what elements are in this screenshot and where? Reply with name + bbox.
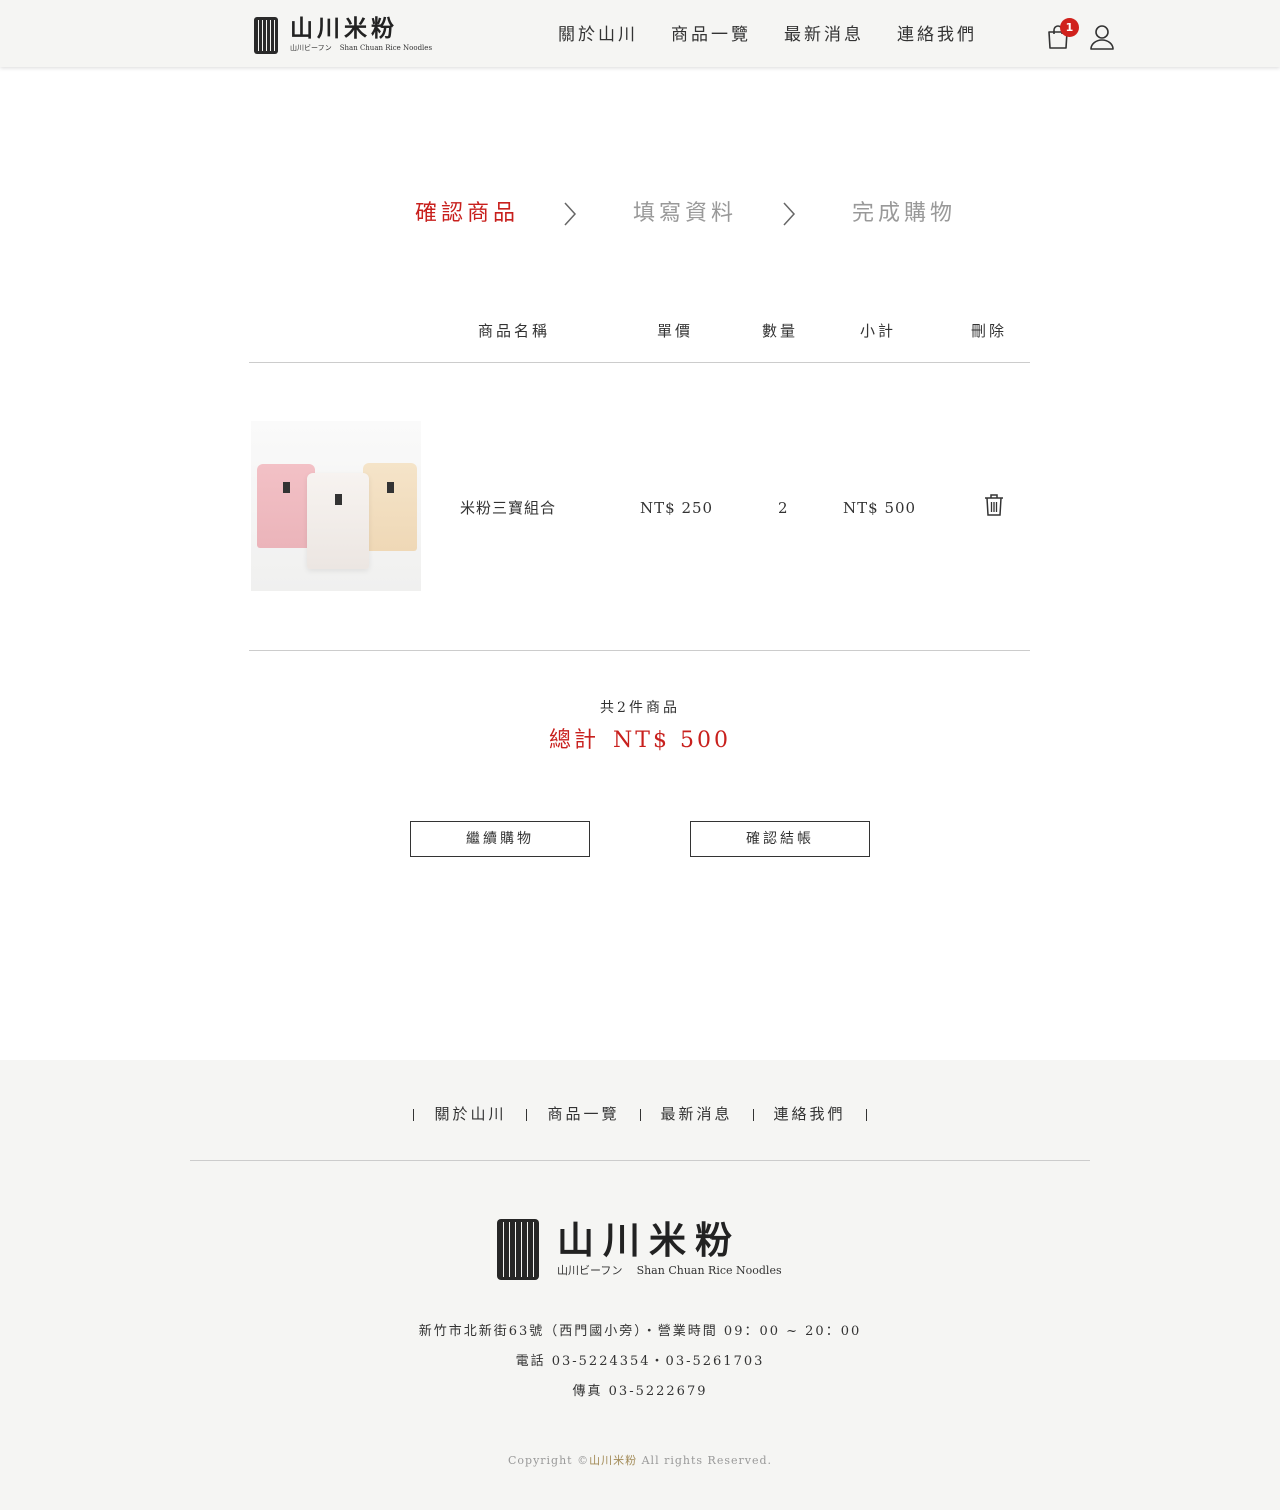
logo-subtitle-en: Shan Chuan Rice Noodles (339, 44, 433, 52)
item-count: 共2件商品 (600, 700, 680, 716)
copyright: Copyright ©山川米粉 All rights Reserved. (0, 1452, 1280, 1468)
footer-logo-subtitle-jp: 山川ビーフン (557, 1264, 623, 1277)
col-quantity: 數量 (762, 322, 799, 340)
trash-icon[interactable] (984, 493, 1004, 517)
step-fill-info: 填寫資料 (633, 201, 738, 226)
continue-shopping-button[interactable]: 繼續購物 (410, 821, 590, 857)
footer-nav-about[interactable]: 關於山川 (434, 1105, 506, 1123)
footer-logo-subtitle-en: Shan Chuan Rice Noodles (636, 1264, 782, 1277)
chevron-right-icon (564, 202, 577, 226)
footer-nav-news[interactable]: 最新消息 (661, 1105, 733, 1123)
step-confirm-items: 確認商品 (415, 201, 520, 226)
user-icon[interactable] (1089, 24, 1115, 50)
logo-mark-icon (497, 1218, 539, 1280)
copyright-brand: 山川米粉 (589, 1454, 638, 1467)
table-divider (249, 362, 1030, 363)
subtotal-value: NT$ 500 (843, 499, 917, 517)
step-complete: 完成購物 (852, 201, 957, 226)
footer-logo[interactable]: 山川米粉 山川ビーフン Shan Chuan Rice Noodles (497, 1218, 796, 1280)
nav-news[interactable]: 最新消息 (784, 24, 864, 46)
confirm-checkout-button[interactable]: 確認結帳 (690, 821, 870, 857)
nav-products[interactable]: 商品一覽 (671, 24, 751, 46)
site-footer: 關於山川 商品一覽 最新消息 連絡我們 山川米粉 山川ビーフン Shan Chuan R… (0, 1060, 1280, 1510)
checkout-steps: 確認商品 填寫資料 完成購物 (0, 196, 1280, 236)
footer-nav-products[interactable]: 商品一覽 (547, 1105, 619, 1123)
nav-about[interactable]: 關於山川 (558, 24, 638, 46)
footer-nav-contact[interactable]: 連絡我們 (774, 1105, 846, 1123)
col-unit-price: 單價 (657, 322, 694, 340)
quantity-value[interactable]: 2 (778, 497, 789, 519)
footer-nav: 關於山川 商品一覽 最新消息 連絡我們 (0, 1103, 1280, 1124)
col-subtotal: 小計 (860, 322, 897, 340)
footer-divider (190, 1160, 1090, 1161)
table-divider (249, 650, 1030, 651)
footer-address: 新竹市北新街63號（西門國小旁）・營業時間 09：00 ~ 20：00 (418, 1324, 862, 1339)
logo-title: 山川米粉 (290, 15, 398, 42)
copyright-suffix: All rights Reserved. (637, 1454, 773, 1467)
white-bag-icon (307, 473, 369, 569)
site-logo[interactable]: 山川米粉 山川ビーフン Shan Chuan Rice Noodles (254, 16, 440, 54)
footer-logo-title: 山川米粉 (557, 1218, 741, 1262)
chevron-right-icon (783, 202, 796, 226)
footer-phone: 電話 03-5224354・03-5261703 (515, 1354, 765, 1369)
product-name[interactable]: 米粉三寶組合 (460, 497, 556, 519)
total-label: 總計 (549, 728, 600, 753)
product-image[interactable] (251, 421, 421, 591)
logo-mark-icon (254, 16, 278, 54)
copyright-prefix: Copyright © (507, 1454, 590, 1467)
cart-table-header: 商品名稱 單價 數量 小計 刪除 (250, 320, 1030, 344)
site-header: 山川米粉 山川ビーフン Shan Chuan Rice Noodles 關於山川 … (0, 0, 1280, 67)
cream-bag-icon (363, 463, 417, 551)
nav-contact[interactable]: 連絡我們 (897, 24, 977, 46)
logo-subtitle-jp: 山川ビーフン (290, 44, 332, 52)
order-total: 總計 NT$ 500 (0, 722, 1280, 754)
cart-count-badge: 1 (1060, 18, 1079, 37)
main-nav: 關於山川 商品一覽 最新消息 連絡我們 (558, 24, 1010, 46)
total-value: NT$ 500 (613, 728, 731, 753)
footer-fax: 傳真 03-5222679 (572, 1384, 708, 1399)
col-product-name: 商品名稱 (478, 322, 551, 340)
col-delete: 刪除 (971, 322, 1008, 340)
unit-price: NT$ 250 (640, 499, 714, 517)
